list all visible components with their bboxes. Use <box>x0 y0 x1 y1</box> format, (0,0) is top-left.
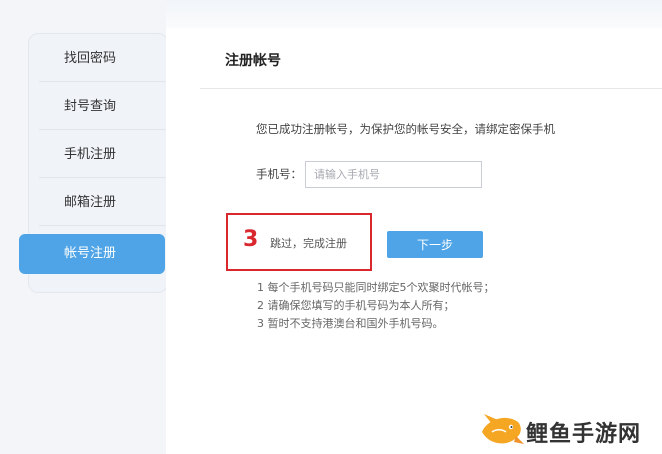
carp-fish-icon <box>482 414 524 444</box>
watermark: 鲤鱼手游网 <box>478 408 662 452</box>
sidebar-item-ban-query[interactable]: 封号查询 <box>39 83 167 130</box>
skip-complete-link[interactable]: 跳过，完成注册 <box>270 235 347 251</box>
phone-field-label: 手机号： <box>256 167 302 181</box>
bind-phone-notice: 您已成功注册帐号，为保护您的帐号安全，请绑定密保手机 <box>256 122 555 136</box>
notes-list: 1 每个手机号码只能同时绑定5个欢聚时代帐号； 2 请确保您填写的手机号码为本人… <box>257 279 495 333</box>
note-item: 3 暂时不支持港澳台和国外手机号码。 <box>257 317 444 330</box>
top-strip <box>166 0 662 28</box>
title-divider <box>200 88 662 89</box>
sidebar-item-find-password[interactable]: 找回密码 <box>39 35 167 82</box>
sidebar-item-phone-register[interactable]: 手机注册 <box>39 131 167 178</box>
sidebar-item-email-register[interactable]: 邮箱注册 <box>39 179 167 226</box>
sidebar-item-account-register[interactable]: 帐号注册 <box>19 234 165 274</box>
next-step-button[interactable]: 下一步 <box>387 231 483 258</box>
note-item: 2 请确保您填写的手机号码为本人所有； <box>257 299 455 312</box>
phone-input[interactable] <box>305 161 482 188</box>
note-item: 1 每个手机号码只能同时绑定5个欢聚时代帐号； <box>257 281 495 294</box>
sidebar-nav: 找回密码 封号查询 手机注册 邮箱注册 帐号注册 <box>19 33 168 293</box>
step-number-annotation: 3 <box>243 227 259 252</box>
main-panel: 注册帐号 您已成功注册帐号，为保护您的帐号安全，请绑定密保手机 手机号： 3 跳… <box>166 0 662 454</box>
watermark-text: 鲤鱼手游网 <box>526 422 642 447</box>
page-title: 注册帐号 <box>225 53 281 69</box>
